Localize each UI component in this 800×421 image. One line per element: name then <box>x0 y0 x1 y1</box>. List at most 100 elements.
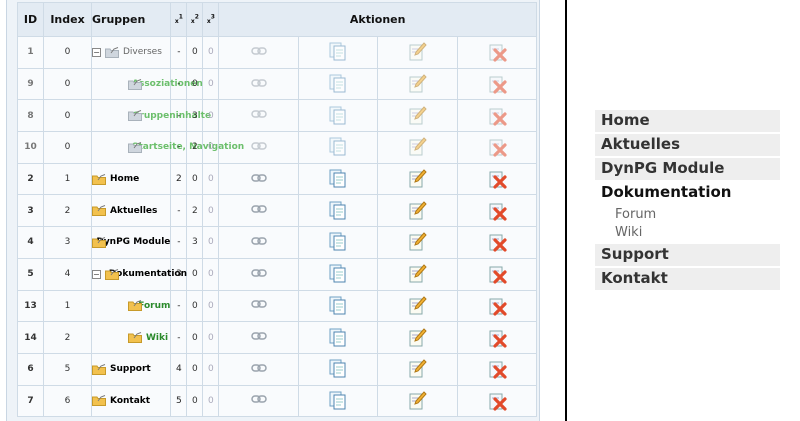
delete-button[interactable] <box>456 384 538 418</box>
table-row: 6 5 Support 4 0 0 <box>17 352 538 386</box>
column-header-x2[interactable]: x2 <box>186 2 204 37</box>
edit-button[interactable] <box>377 67 458 101</box>
link-button[interactable] <box>218 226 299 259</box>
column-header-groups[interactable]: Gruppen <box>90 2 172 37</box>
group-name-link[interactable]: Gruppeninhalte <box>132 111 211 121</box>
group-name-link[interactable]: Support <box>110 364 151 374</box>
delete-button[interactable] <box>456 321 538 354</box>
edit-icon <box>407 327 428 347</box>
edit-button[interactable] <box>377 99 458 133</box>
copy-button[interactable] <box>297 36 379 69</box>
copy-button[interactable] <box>297 289 379 323</box>
copy-icon <box>328 201 348 220</box>
group-name-link[interactable]: DynPG Module <box>96 237 170 247</box>
copy-button[interactable] <box>297 226 379 259</box>
row-index: 0 <box>43 99 92 133</box>
row-group: Support <box>90 352 172 386</box>
edit-button[interactable] <box>377 162 458 196</box>
nav-item-kontakt[interactable]: Kontakt <box>595 268 780 290</box>
link-button[interactable] <box>218 257 299 291</box>
link-button[interactable] <box>218 162 299 196</box>
column-header-x2-label: 2 <box>194 13 199 21</box>
row-x1: 5 <box>170 384 188 418</box>
group-name-link[interactable]: Diverses <box>123 47 162 57</box>
column-header-actions: Aktionen <box>218 2 537 37</box>
copy-icon <box>328 391 348 410</box>
edit-button[interactable] <box>377 36 458 69</box>
delete-button[interactable] <box>456 289 538 323</box>
copy-button[interactable] <box>297 194 379 228</box>
delete-button[interactable] <box>456 99 538 133</box>
copy-button[interactable] <box>297 352 379 386</box>
delete-button[interactable] <box>456 162 538 196</box>
edit-button[interactable] <box>377 194 458 228</box>
link-icon <box>250 205 267 217</box>
row-x3: 0 <box>202 67 220 101</box>
column-header-id[interactable]: ID <box>17 2 44 37</box>
column-header-x3[interactable]: x3 <box>202 2 220 37</box>
group-name-link[interactable]: Wiki <box>146 333 168 343</box>
copy-button[interactable] <box>297 67 379 101</box>
link-button[interactable] <box>218 67 299 101</box>
column-header-index[interactable]: Index <box>43 2 92 37</box>
row-x2: 0 <box>186 289 204 323</box>
copy-button[interactable] <box>297 321 379 354</box>
link-button[interactable] <box>218 194 299 228</box>
nav-item-dokumentation[interactable]: Dokumentation <box>595 182 780 204</box>
delete-icon <box>487 234 507 253</box>
nav-subitem-forum[interactable]: Forum <box>595 206 780 224</box>
delete-button[interactable] <box>456 36 538 69</box>
edit-button[interactable] <box>377 352 458 386</box>
groups-table-body: 1 0− Diverses -0 0 9 0 Assoziationen -0 0 8 0 Gruppe… <box>17 36 538 418</box>
copy-button[interactable] <box>297 257 379 291</box>
groups-table: ID Index Gruppen x1 x2 x3 Aktionen 1 0− Di… <box>17 2 538 418</box>
link-button[interactable] <box>218 289 299 323</box>
group-name-link[interactable]: Kontakt <box>110 396 150 406</box>
nav-subitem-wiki[interactable]: Wiki <box>595 224 780 242</box>
edit-button[interactable] <box>377 289 458 323</box>
delete-button[interactable] <box>456 352 538 386</box>
column-header-x3-label: 3 <box>210 13 215 21</box>
group-name-link[interactable]: Forum <box>138 301 170 311</box>
row-id: 2 <box>17 162 44 196</box>
link-button[interactable] <box>218 36 299 69</box>
edit-button[interactable] <box>377 384 458 418</box>
collapse-toggle-icon[interactable]: − <box>92 269 101 279</box>
row-x2: 0 <box>186 36 204 69</box>
delete-button[interactable] <box>456 131 538 164</box>
group-name-link[interactable]: Aktuelles <box>110 206 157 216</box>
delete-button[interactable] <box>456 67 538 101</box>
copy-button[interactable] <box>297 384 379 418</box>
link-button[interactable] <box>218 99 299 133</box>
row-x2: 0 <box>186 321 204 354</box>
edit-button[interactable] <box>377 131 458 164</box>
link-button[interactable] <box>218 321 299 354</box>
group-name-link[interactable]: Startseite, Navigation <box>132 142 244 152</box>
copy-button[interactable] <box>297 99 379 133</box>
row-group: Gruppeninhalte <box>90 99 211 133</box>
copy-button[interactable] <box>297 162 379 196</box>
copy-button[interactable] <box>297 131 379 164</box>
edit-icon <box>407 105 428 125</box>
edit-button[interactable] <box>377 321 458 354</box>
row-group: Forum <box>90 289 172 323</box>
link-icon <box>250 300 267 312</box>
link-button[interactable] <box>218 352 299 386</box>
nav-item-support[interactable]: Support <box>595 244 780 266</box>
row-group: Kontakt <box>90 384 172 418</box>
delete-button[interactable] <box>456 226 538 259</box>
edit-button[interactable] <box>377 226 458 259</box>
nav-item-aktuelles[interactable]: Aktuelles <box>595 134 780 156</box>
nav-item-home[interactable]: Home <box>595 110 780 132</box>
collapse-toggle-icon[interactable]: − <box>92 47 101 57</box>
nav-item-dynpg-module[interactable]: DynPG Module <box>595 158 780 180</box>
edit-button[interactable] <box>377 257 458 291</box>
row-x2: 0 <box>186 257 204 291</box>
delete-icon <box>487 203 507 221</box>
delete-button[interactable] <box>456 194 538 228</box>
delete-button[interactable] <box>456 257 538 291</box>
copy-icon <box>328 74 348 93</box>
column-header-x1[interactable]: x1 <box>170 2 188 37</box>
link-button[interactable] <box>218 384 299 418</box>
group-name-link[interactable]: Home <box>110 174 139 184</box>
